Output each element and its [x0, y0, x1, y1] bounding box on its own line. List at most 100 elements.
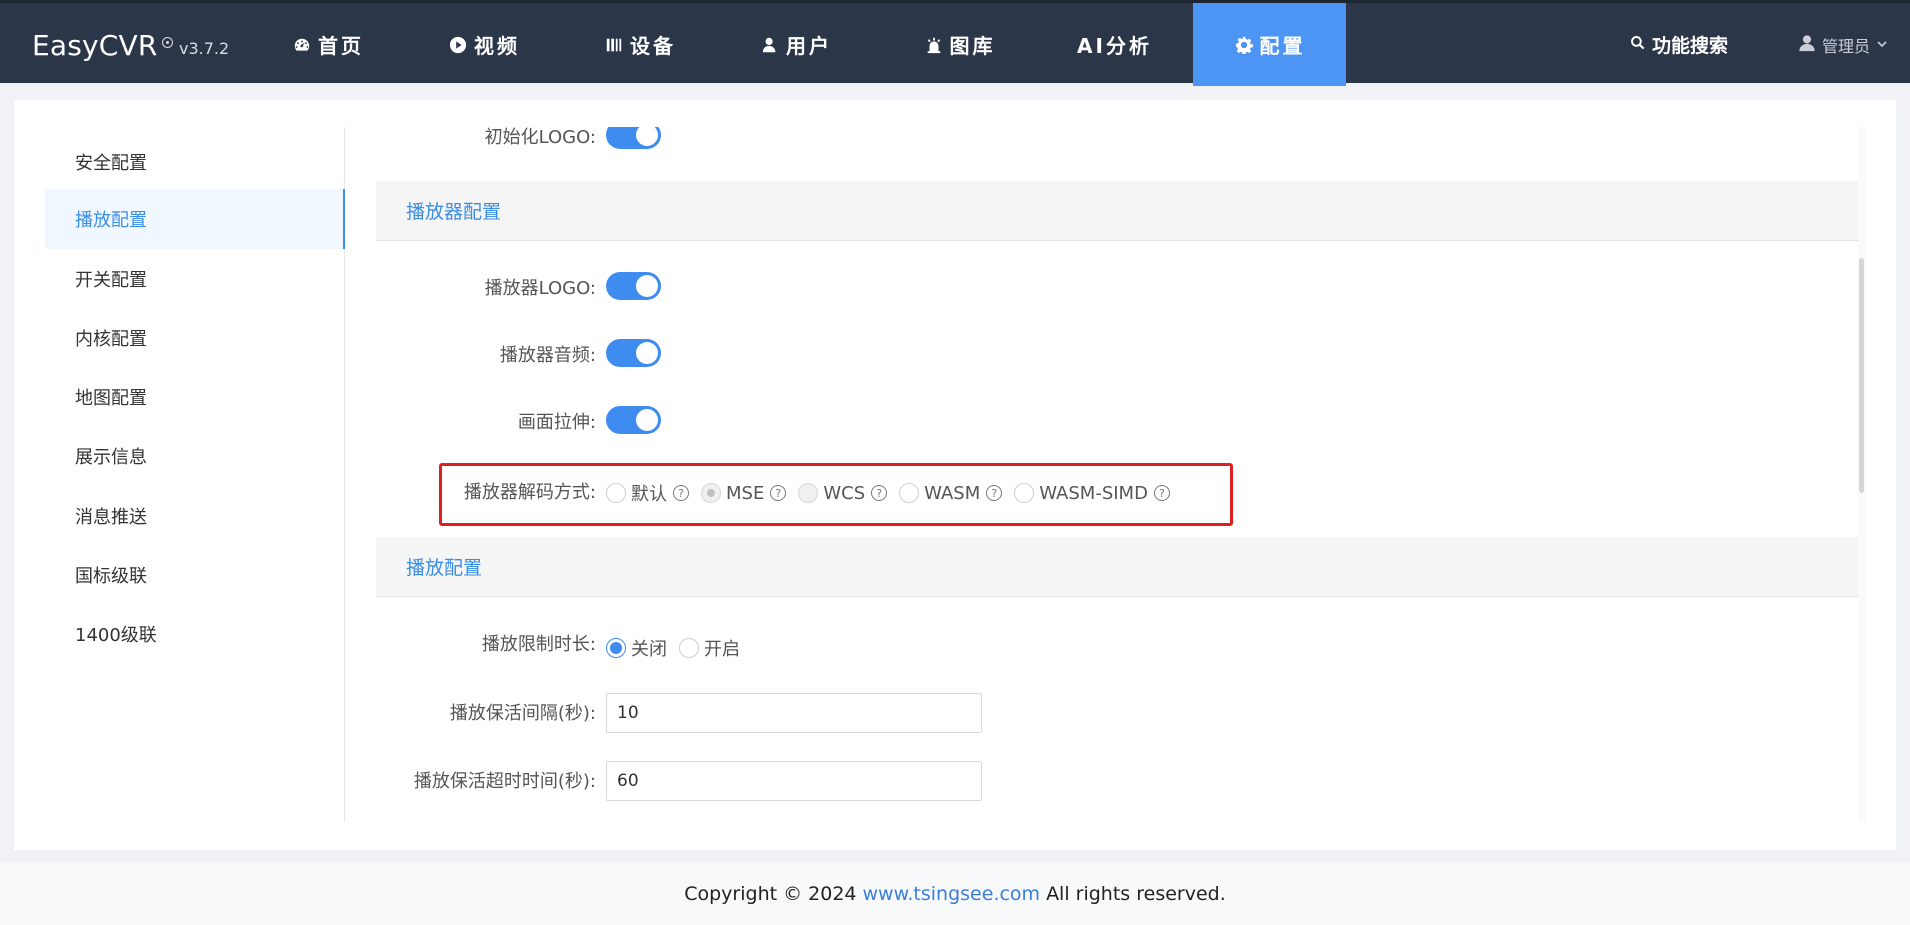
sidebar-item-label: 地图配置: [75, 388, 147, 409]
nav-config-label: 配置: [1259, 34, 1306, 58]
player-logo-switch[interactable]: [606, 272, 661, 300]
footer-rights: All rights reserved.: [1046, 882, 1226, 905]
radio-circle[interactable]: [1014, 483, 1035, 503]
option-label: WCS: [823, 482, 866, 504]
radio-circle[interactable]: [899, 483, 920, 503]
help-icon[interactable]: ?: [673, 485, 689, 501]
nav-home[interactable]: 首页: [268, 3, 388, 86]
help-icon[interactable]: ?: [986, 485, 1003, 501]
play-limit-label: 播放限制时长:: [481, 634, 596, 655]
decode-option-wcs[interactable]: WCS ?: [798, 482, 888, 504]
section-title: 播放配置: [406, 557, 483, 579]
nav-video-label: 视频: [474, 34, 520, 58]
nav-ai-label: AI分析: [1077, 34, 1152, 58]
footer: Copyright © 2024 www.tsingsee.com All ri…: [0, 862, 1910, 925]
keepalive-timeout-label: 播放保活超时时间(秒):: [413, 771, 596, 792]
nav-ai-analysis[interactable]: AI分析: [1052, 3, 1177, 86]
player-logo-label: 播放器LOGO:: [484, 278, 596, 299]
nav-home-label: 首页: [318, 34, 364, 58]
section-playback-config: 播放配置: [376, 537, 1861, 597]
option-label: WASM-SIMD: [1039, 482, 1148, 504]
radio-circle[interactable]: [679, 638, 699, 658]
config-sidebar: 安全配置 播放配置 开关配置 内核配置 地图配置 展示信息 消息推送 国标级联 …: [45, 127, 345, 822]
keepalive-interval-input[interactable]: [606, 693, 982, 733]
play-circle-icon: [448, 35, 468, 55]
alarm-icon: [924, 35, 944, 55]
decode-option-mse[interactable]: MSE ?: [701, 482, 787, 504]
gear-icon: [1234, 35, 1254, 55]
dashboard-icon: [292, 35, 312, 55]
section-player-config: 播放器配置: [376, 181, 1861, 241]
decode-option-wasm[interactable]: WASM ?: [899, 482, 1003, 504]
decode-option-wasm-simd[interactable]: WASM-SIMD ?: [1014, 483, 1170, 504]
search-icon: [1630, 34, 1646, 56]
user-icon: [760, 35, 780, 55]
radio-circle[interactable]: [606, 483, 626, 503]
help-icon[interactable]: ?: [770, 485, 787, 501]
keepalive-timeout-input[interactable]: [606, 761, 982, 801]
play-limit-on[interactable]: 开启: [679, 635, 740, 661]
nav-gallery[interactable]: 图库: [897, 3, 1022, 86]
player-audio-label: 播放器音频:: [499, 345, 596, 366]
sidebar-item-label: 内核配置: [75, 329, 147, 350]
option-label: MSE: [726, 482, 765, 504]
option-label: 默认: [631, 484, 667, 505]
content-scrollbar-thumb[interactable]: [1859, 258, 1864, 493]
version-text: v3.7.2: [179, 39, 230, 58]
init-logo-label: 初始化LOGO:: [484, 127, 596, 148]
option-label: 关闭: [631, 639, 667, 660]
sidebar-item-switch[interactable]: 开关配置: [45, 249, 345, 309]
sidebar-item-security[interactable]: 安全配置: [45, 132, 345, 192]
help-icon[interactable]: ?: [871, 485, 888, 501]
option-label: WASM: [924, 482, 981, 504]
feature-search-label: 功能搜索: [1652, 35, 1729, 57]
keepalive-interval-label: 播放保活间隔(秒):: [449, 703, 596, 724]
play-limit-radio-group: 关闭 开启: [606, 635, 752, 661]
decode-option-default[interactable]: 默认 ?: [606, 480, 689, 506]
nav-user[interactable]: 用户: [736, 3, 856, 86]
top-navbar: EasyCVR v3.7.2 首页 视频 设备 用户 图库 AI分析 配置 功能…: [0, 0, 1910, 86]
play-limit-off[interactable]: 关闭: [606, 635, 667, 661]
sidebar-item-display-info[interactable]: 展示信息: [45, 426, 345, 486]
sidebar-item-label: 安全配置: [75, 153, 147, 174]
sidebar-item-playback[interactable]: 播放配置: [45, 189, 345, 249]
version-label: v3.7.2: [162, 37, 230, 58]
brand-logo[interactable]: EasyCVR: [32, 29, 158, 62]
nav-gallery-label: 图库: [949, 34, 996, 58]
sidebar-item-map[interactable]: 地图配置: [45, 367, 345, 427]
decode-mode-radio-group: 默认 ? MSE ? WCS ? WASM ? WASM-SIMD ?: [606, 480, 1182, 506]
radio-circle[interactable]: [701, 483, 721, 503]
nav-device[interactable]: 设备: [580, 3, 700, 86]
footer-link[interactable]: www.tsingsee.com: [863, 883, 1041, 905]
sidebar-item-kernel[interactable]: 内核配置: [45, 308, 345, 368]
sidebar-item-1400-cascade[interactable]: 1400级联: [45, 604, 345, 664]
option-label: 开启: [704, 639, 740, 660]
help-icon[interactable]: ?: [1153, 485, 1170, 501]
version-dot-icon: [162, 37, 173, 48]
feature-search-button[interactable]: 功能搜索: [1630, 3, 1728, 86]
init-logo-switch[interactable]: [606, 127, 661, 149]
nav-config[interactable]: 配置: [1193, 3, 1346, 86]
sidebar-item-label: 播放配置: [75, 210, 147, 231]
nav-user-label: 用户: [786, 34, 832, 58]
user-name: 管理员: [1822, 36, 1871, 56]
radio-circle[interactable]: [798, 483, 819, 503]
sidebar-item-gb-cascade[interactable]: 国标级联: [45, 545, 345, 605]
section-title: 播放器配置: [406, 201, 502, 223]
radio-circle[interactable]: [606, 638, 626, 658]
sidebar-item-label: 消息推送: [75, 507, 147, 528]
stretch-switch[interactable]: [606, 406, 661, 434]
footer-copyright: Copyright © 2024: [684, 882, 857, 905]
chevron-down-icon: [1876, 35, 1888, 54]
config-form: 初始化LOGO: 播放器配置 播放器LOGO: 播放器音频: 画面拉伸: 播放器…: [376, 127, 1861, 822]
sidebar-item-message-push[interactable]: 消息推送: [45, 486, 345, 546]
user-menu[interactable]: 管理员: [1798, 3, 1888, 86]
player-audio-switch[interactable]: [606, 339, 661, 367]
nav-video[interactable]: 视频: [424, 3, 544, 86]
server-icon: [604, 35, 624, 55]
decode-mode-label: 播放器解码方式:: [463, 482, 596, 503]
sidebar-item-label: 开关配置: [75, 270, 147, 291]
sidebar-item-label: 1400级联: [75, 625, 157, 646]
user-avatar-icon: [1798, 34, 1816, 56]
nav-device-label: 设备: [630, 34, 676, 58]
